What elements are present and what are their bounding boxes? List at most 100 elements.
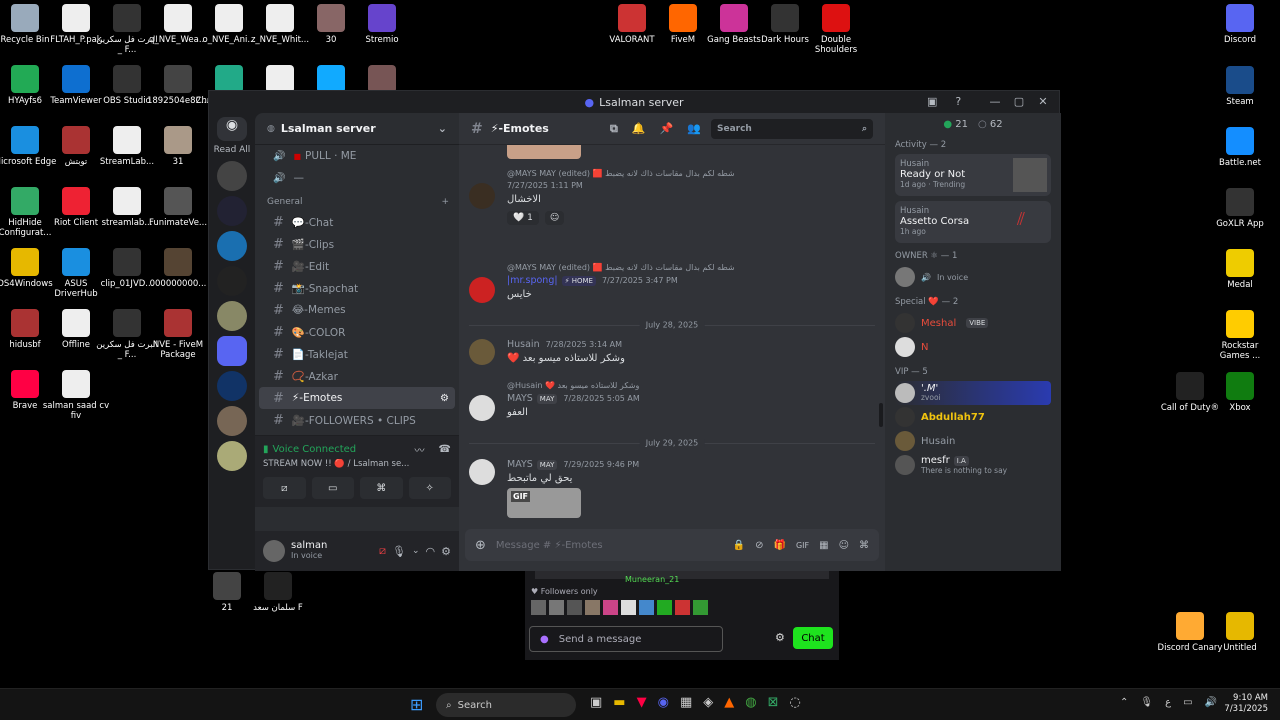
- pin-icon[interactable]: 📌: [660, 122, 674, 135]
- close-icon[interactable]: ✕: [1031, 91, 1055, 113]
- emote-icon[interactable]: [639, 600, 654, 615]
- activity-card[interactable]: Husain Assetto Corsa 1h ago ⫽: [895, 201, 1051, 243]
- read-all-button[interactable]: Read All: [209, 145, 255, 155]
- desktop-icon[interactable]: FunimateVe...: [144, 187, 212, 228]
- screen-share-button[interactable]: ▭: [311, 477, 354, 499]
- server-icon[interactable]: [217, 161, 247, 191]
- apps-icon[interactable]: ⌘: [859, 540, 869, 551]
- member-item[interactable]: Husain: [895, 429, 1051, 453]
- emote-icon[interactable]: [657, 600, 672, 615]
- channel-item[interactable]: # 🎬-Clips: [259, 233, 455, 255]
- settings-icon[interactable]: ⚙: [441, 545, 451, 558]
- member-list-icon[interactable]: 👥: [687, 122, 701, 135]
- mic-icon[interactable]: 🎙: [1140, 697, 1153, 708]
- camera-off-button[interactable]: ⧄: [263, 477, 306, 499]
- fivem-icon[interactable]: ▲: [724, 695, 734, 710]
- avatar[interactable]: [469, 459, 495, 485]
- member-owner[interactable]: 🔊 In voice: [895, 265, 1051, 289]
- direct-messages-icon[interactable]: ◉: [217, 117, 247, 141]
- add-attachment-icon[interactable]: ⊕: [475, 538, 486, 553]
- network-icon[interactable]: ▭: [1183, 697, 1192, 708]
- activities-button[interactable]: ⌘: [360, 477, 403, 499]
- member-item[interactable]: N: [895, 335, 1051, 359]
- message-composer[interactable]: ⊕ Message # ⚡-Emotes 🔒 ⊘ 🎁 GIF ▦ ☺ ⌘: [465, 529, 879, 561]
- mic-icon[interactable]: 🎙: [392, 545, 406, 558]
- chrome-icon[interactable]: ◍: [745, 695, 756, 710]
- avatar[interactable]: [469, 395, 495, 421]
- avatar[interactable]: [469, 183, 495, 209]
- stream-off-icon[interactable]: ⧄: [379, 544, 386, 558]
- category-general[interactable]: General +: [255, 189, 459, 211]
- desktop-icon[interactable]: 31: [144, 126, 212, 167]
- voice-channel-pull-me[interactable]: 🔊 ■ PULL · ME: [259, 145, 455, 167]
- settings-icon[interactable]: ⚙: [775, 631, 785, 644]
- desktop-icon[interactable]: Double Shoulders: [802, 4, 870, 55]
- language-indicator[interactable]: ع: [1165, 697, 1171, 708]
- emote-icon[interactable]: [603, 600, 618, 615]
- chat-button[interactable]: Chat: [793, 627, 833, 649]
- gif-icon[interactable]: GIF: [796, 541, 809, 550]
- minimize-icon[interactable]: —: [983, 91, 1007, 113]
- activity-card[interactable]: Husain Ready or Not 1d ago · Trending: [895, 154, 1051, 196]
- avatar[interactable]: [469, 339, 495, 365]
- help-icon[interactable]: ?: [955, 95, 961, 108]
- image-attachment[interactable]: [507, 145, 581, 159]
- start-button[interactable]: ⊞: [410, 696, 428, 714]
- desktop-icon[interactable]: Steam: [1206, 66, 1274, 107]
- desktop-icon[interactable]: Stremio: [348, 4, 416, 45]
- desktop-icon[interactable]: NVE - FiveM Package: [144, 309, 212, 360]
- headphones-icon[interactable]: ◠: [426, 545, 436, 558]
- desktop-icon[interactable]: Untitled: [1206, 612, 1274, 653]
- obs-icon[interactable]: ◌: [789, 695, 800, 710]
- server-icon[interactable]: [217, 196, 247, 226]
- voice-channel-dash[interactable]: 🔊 —: [259, 167, 455, 189]
- add-channel-icon[interactable]: +: [441, 197, 449, 207]
- channel-item[interactable]: # 🎥-Edit: [259, 255, 455, 277]
- channel-item[interactable]: # 🎥-FOLLOWERS • CLIPS: [259, 409, 455, 431]
- username[interactable]: |mr.spong|: [507, 275, 558, 286]
- emote-icon[interactable]: [585, 600, 600, 615]
- gif-attachment[interactable]: GIF: [507, 488, 581, 518]
- member-item[interactable]: '.M' zvooi: [895, 381, 1051, 405]
- discord-icon[interactable]: ◉: [658, 695, 669, 710]
- member-item[interactable]: mesfr I.A There is nothing to say: [895, 453, 1051, 477]
- threads-icon[interactable]: ⧉: [610, 122, 618, 136]
- brave-icon[interactable]: ▼: [637, 695, 647, 710]
- username[interactable]: MAYS: [507, 393, 533, 404]
- username[interactable]: Husain: [507, 339, 540, 350]
- server-icon[interactable]: [217, 266, 247, 296]
- chevron-down-icon[interactable]: ⌄: [412, 546, 420, 556]
- store-icon[interactable]: ▦: [680, 695, 692, 710]
- reply-preview[interactable]: @MAYS MAY (edited) 🟥 شطه لكم بدال مقاسات…: [507, 169, 875, 178]
- desktop-icon[interactable]: Battle.net: [1206, 127, 1274, 168]
- channel-item[interactable]: # ⚡-Emotes ⚙: [259, 387, 455, 409]
- desktop-icon[interactable]: GoXLR App: [1206, 188, 1274, 229]
- search-input[interactable]: Search ⌕: [711, 118, 873, 139]
- avatar[interactable]: [263, 540, 285, 562]
- server-icon[interactable]: [217, 406, 247, 436]
- channel-item[interactable]: # 🎨-COLOR: [259, 321, 455, 343]
- channel-item[interactable]: # 📸-Snapchat: [259, 277, 455, 299]
- channel-item[interactable]: # 📄-Taklejat: [259, 343, 455, 365]
- emote-icon[interactable]: [621, 600, 636, 615]
- bell-icon[interactable]: 🔔: [632, 122, 646, 135]
- app-icon[interactable]: ⊠: [768, 695, 779, 710]
- desktop-icon[interactable]: 000000000...: [144, 248, 212, 289]
- desktop-icon[interactable]: Rockstar Games ...: [1206, 310, 1274, 361]
- heart-reaction[interactable]: 🤍 1: [507, 211, 539, 225]
- channel-item[interactable]: # 💬-Chat: [259, 211, 455, 233]
- server-icon[interactable]: [217, 441, 247, 471]
- server-header[interactable]: ◍ Lsalman server ⌄: [255, 113, 459, 145]
- chevron-up-icon[interactable]: ⌃: [1120, 697, 1128, 708]
- unity-icon[interactable]: ◈: [703, 695, 713, 710]
- noise-suppression-icon[interactable]: 〰: [415, 442, 425, 457]
- stream-message-input[interactable]: ● Send a message: [529, 626, 723, 652]
- lock-icon[interactable]: 🔒: [733, 540, 745, 551]
- desktop-icon[interactable]: salman saad cv fiv: [42, 370, 110, 421]
- message-input[interactable]: Message # ⚡-Emotes: [496, 540, 723, 551]
- reply-preview[interactable]: @MAYS MAY (edited) 🟥 شطه لكم بدال مقاسات…: [507, 263, 875, 272]
- username[interactable]: MAYS: [507, 459, 533, 470]
- add-reaction-icon[interactable]: ☺: [544, 211, 565, 225]
- no-mic-icon[interactable]: ⊘: [755, 540, 763, 551]
- emote-icon[interactable]: [567, 600, 582, 615]
